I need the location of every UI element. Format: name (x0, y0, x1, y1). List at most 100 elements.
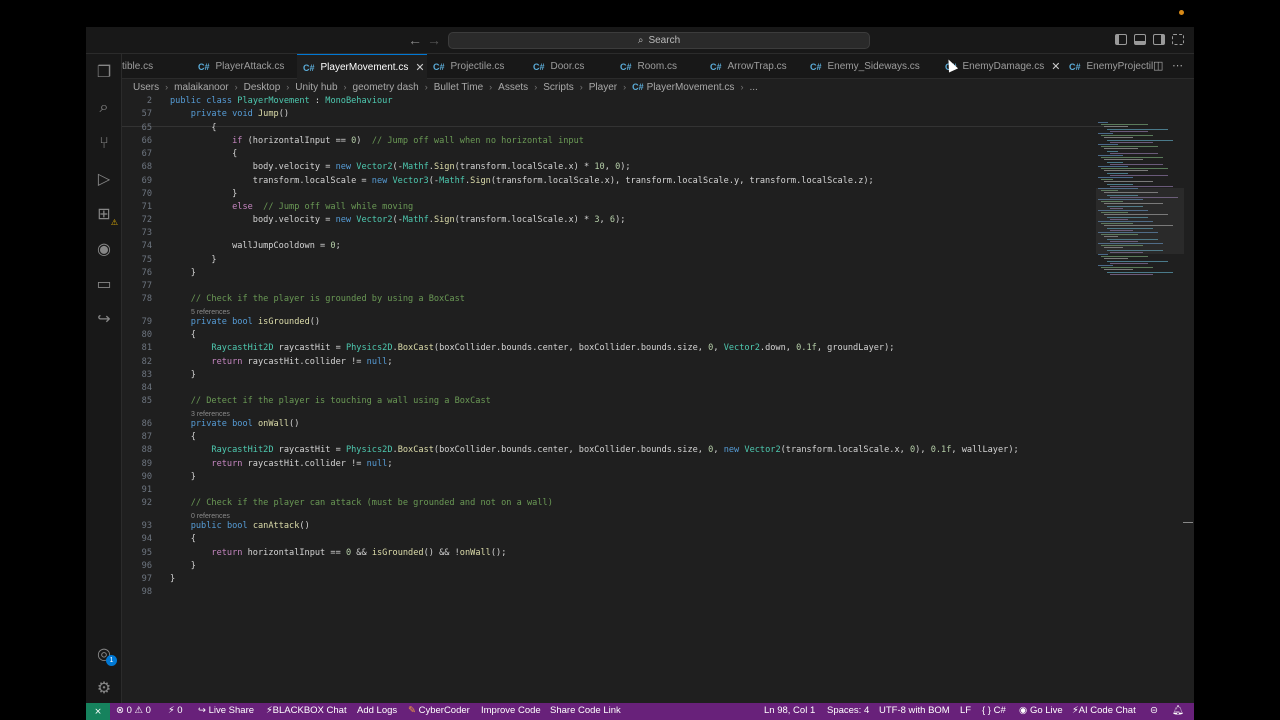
breadcrumb-item[interactable]: Unity hub (295, 82, 337, 93)
extensions-icon[interactable]: ⊞ ⚠ (94, 204, 118, 227)
code-line[interactable]: } (170, 268, 196, 278)
source-control-icon[interactable]: ⑂ (94, 134, 114, 154)
remote-explorer-icon[interactable]: ▭ (94, 274, 114, 294)
breadcrumb-item[interactable]: Player (589, 82, 617, 93)
code-line[interactable]: else // Jump off wall while moving (170, 202, 413, 212)
code-line[interactable]: private void Jump() (170, 109, 289, 119)
tab-playermovement[interactable]: C# PlayerMovement.cs ✕ (297, 54, 427, 80)
code-line[interactable]: public class PlayerMovement : MonoBehavi… (170, 96, 393, 106)
code-line[interactable]: wallJumpCooldown = 0; (170, 241, 341, 251)
code-line[interactable]: public bool canAttack() (170, 521, 310, 531)
breadcrumb-item[interactable]: Users (133, 82, 159, 93)
code-line[interactable]: // Check if the player is grounded by us… (170, 294, 465, 304)
chevron-right-icon: › (424, 82, 428, 92)
code-line[interactable]: transform.localScale = new Vector3(-Math… (170, 176, 874, 186)
breadcrumb-item[interactable]: Desktop (244, 82, 281, 93)
code-line[interactable]: { (170, 149, 237, 159)
run-debug-icon[interactable]: ▷ (94, 169, 114, 189)
tab-particle[interactable]: tible.cs (122, 54, 192, 79)
code-line[interactable]: private bool isGrounded() (170, 317, 320, 327)
improve-code-button[interactable]: Improve Code (481, 705, 541, 716)
tab-door[interactable]: C# Door.cs (527, 54, 614, 79)
close-icon[interactable]: ✕ (415, 61, 424, 74)
minimap-slider[interactable] (1096, 188, 1184, 254)
remote-icon[interactable]: ⨯ (86, 703, 110, 720)
explorer-icon[interactable]: ❐ (94, 62, 114, 82)
tab-projectile[interactable]: C# Projectile.cs (427, 54, 527, 79)
copilot-icon[interactable]: ⊝ (1150, 705, 1158, 716)
line-number: 57 (141, 109, 152, 120)
code-line[interactable]: } (170, 255, 216, 265)
breadcrumb-item[interactable]: Assets (498, 82, 528, 93)
go-live-button[interactable]: ◉ Go Live (1019, 705, 1063, 716)
minimap-line (1101, 168, 1168, 170)
code-line[interactable]: } (170, 370, 196, 380)
breadcrumb-item[interactable]: Scripts (543, 82, 574, 93)
code-line[interactable]: // Check if the player can attack (must … (170, 498, 553, 508)
search-icon[interactable]: ⌕ (94, 98, 114, 118)
live-share-icon[interactable]: ↪ (94, 309, 114, 329)
codelens-references[interactable]: 5 references (191, 309, 230, 316)
live-share-button[interactable]: ↪ Live Share (198, 705, 254, 716)
ports-indicator[interactable]: ⚡ 0 (168, 705, 183, 716)
tab-enemyprojectile[interactable]: C# EnemyProjectile (1063, 54, 1153, 79)
code-line[interactable]: { (170, 330, 196, 340)
notifications-bell-icon[interactable]: 🔔︎ (1172, 705, 1184, 716)
share-code-link-button[interactable]: Share Code Link (550, 705, 621, 716)
split-editor-icon[interactable]: ◫ (1153, 59, 1163, 72)
problems-indicator[interactable]: ⊗ 0 ⚠ 0 (116, 705, 151, 716)
ai-code-chat-button[interactable]: ⚡AI Code Chat (1072, 705, 1136, 716)
chevron-right-icon: › (165, 82, 169, 92)
close-icon[interactable]: ✕ (1051, 60, 1060, 73)
breadcrumb-item[interactable]: malaikanoor (174, 82, 228, 93)
breadcrumb-item[interactable]: geometry dash (353, 82, 419, 93)
code-line[interactable]: return raycastHit.collider != null; (170, 357, 392, 367)
language-mode[interactable]: { } C# (982, 705, 1006, 716)
code-line[interactable]: RaycastHit2D raycastHit = Physics2D.BoxC… (170, 343, 894, 353)
codelens-references[interactable]: 3 references (191, 411, 230, 418)
code-line[interactable]: } (170, 574, 175, 584)
code-line[interactable]: RaycastHit2D raycastHit = Physics2D.BoxC… (170, 445, 1018, 455)
toggle-secondary-sidebar-icon[interactable] (1153, 34, 1165, 45)
code-line[interactable]: } (170, 561, 196, 571)
github-icon[interactable]: ◉ (94, 239, 114, 259)
blackbox-chat-button[interactable]: ⚡BLACKBOX Chat (266, 705, 347, 716)
code-line[interactable]: body.velocity = new Vector2(-Mathf.Sign(… (170, 162, 631, 172)
code-line[interactable]: { (170, 432, 196, 442)
forward-arrow-icon[interactable]: → (427, 32, 441, 48)
code-editor[interactable]: 2 public class PlayerMovement : MonoBehav… (122, 94, 1194, 703)
cybercoder-button[interactable]: ✎ CyberCoder (408, 705, 470, 716)
breadcrumb-item[interactable]: ... (749, 82, 757, 93)
code-line[interactable]: // Detect if the player is touching a wa… (170, 396, 491, 406)
tab-playerattack[interactable]: C# PlayerAttack.cs (192, 54, 297, 79)
tab-arrowtrap[interactable]: C# ArrowTrap.cs (704, 54, 804, 79)
code-line[interactable]: return horizontalInput == 0 && isGrounde… (170, 548, 506, 558)
add-logs-button[interactable]: Add Logs (357, 705, 397, 716)
code-line[interactable]: } (170, 472, 196, 482)
back-arrow-icon[interactable]: ← (408, 32, 422, 48)
accounts-icon[interactable]: ◎ 1 (94, 644, 117, 666)
breadcrumb-item[interactable]: Bullet Time (434, 82, 483, 93)
customize-layout-icon[interactable] (1172, 34, 1184, 45)
code-line[interactable]: private bool onWall() (170, 419, 300, 429)
code-line[interactable]: return raycastHit.collider != null; (170, 459, 392, 469)
code-line[interactable]: { (170, 534, 196, 544)
breadcrumb-file[interactable]: C# PlayerMovement.cs (632, 82, 734, 93)
encoding[interactable]: UTF-8 with BOM (879, 705, 950, 716)
code-line[interactable]: { (170, 123, 216, 133)
more-actions-icon[interactable]: ⋯ (1172, 59, 1183, 72)
settings-gear-icon[interactable]: ⚙ (94, 678, 114, 698)
code-line[interactable]: if (horizontalInput == 0) // Jump off wa… (170, 136, 584, 146)
cursor-position[interactable]: Ln 98, Col 1 (764, 705, 815, 716)
line-number: 75 (141, 254, 152, 265)
tab-enemy-sideways[interactable]: C# Enemy_Sideways.cs (804, 54, 939, 79)
command-center-search[interactable]: ⌕ Search (448, 32, 870, 49)
tab-room[interactable]: C# Room.cs (614, 54, 704, 79)
code-line[interactable]: } (170, 189, 237, 199)
indentation[interactable]: Spaces: 4 (827, 705, 869, 716)
toggle-sidebar-icon[interactable] (1115, 34, 1127, 45)
codelens-references[interactable]: 0 references (191, 513, 230, 520)
end-of-line[interactable]: LF (960, 705, 971, 716)
toggle-panel-icon[interactable] (1134, 34, 1146, 45)
code-line[interactable]: body.velocity = new Vector2(-Mathf.Sign(… (170, 215, 626, 225)
